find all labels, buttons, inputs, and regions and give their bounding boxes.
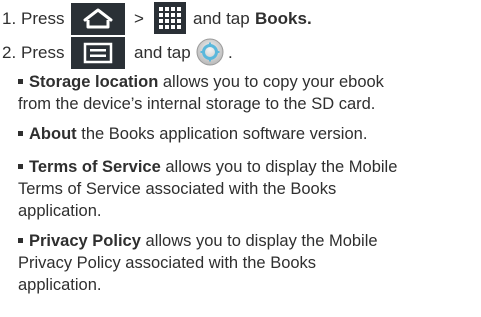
apps-grid-icon	[154, 2, 186, 34]
bullet-storage-location: Storage location allows you to copy your…	[18, 71, 478, 115]
step-1-press: Press	[21, 9, 65, 28]
bullet-marker	[18, 237, 23, 243]
bullet-about: About the Books application software ver…	[18, 123, 478, 145]
bullet-marker	[18, 78, 23, 84]
step-1-gt: >	[134, 9, 144, 28]
bullet-text: from the device’s internal storage to th…	[18, 95, 376, 113]
bullet-title: About	[29, 125, 77, 143]
step-2: 2. Press and tap .	[0, 37, 481, 69]
bullet-text: the Books application software version.	[81, 125, 368, 143]
step-2-number: 2.	[2, 43, 17, 62]
step-1-number: 1.	[2, 9, 17, 28]
home-icon	[71, 3, 125, 35]
menu-icon	[71, 37, 125, 69]
step-2-and-tap: and tap	[134, 43, 191, 62]
step-1-and-tap: and tap	[193, 9, 250, 28]
bullet-marker	[18, 130, 23, 136]
step-1: 1. Press > and tap Books.	[0, 2, 481, 35]
bullet-title: Storage location	[29, 73, 159, 91]
bullet-text: allows you to copy your ebook	[162, 73, 384, 91]
bullet-text: Privacy Policy associated with the Books	[18, 254, 317, 272]
bullet-title: Privacy Policy	[29, 232, 141, 250]
bullet-text: application.	[18, 276, 102, 294]
step-1-target: Books.	[255, 9, 312, 28]
bullet-text: allows you to display the Mobile	[145, 232, 378, 250]
bullet-title: Terms of Service	[29, 158, 161, 176]
bullet-marker	[18, 163, 23, 169]
settings-gear-icon	[195, 37, 225, 67]
step-2-period: .	[228, 43, 233, 62]
step-2-press: Press	[21, 43, 65, 62]
bullet-terms-of-service: Terms of Service allows you to display t…	[18, 156, 478, 222]
bullet-text: application.	[18, 202, 102, 220]
bullet-text: Terms of Service associated with the Boo…	[18, 180, 337, 198]
bullet-privacy-policy: Privacy Policy allows you to display the…	[18, 230, 478, 296]
bullet-text: allows you to display the Mobile	[165, 158, 398, 176]
